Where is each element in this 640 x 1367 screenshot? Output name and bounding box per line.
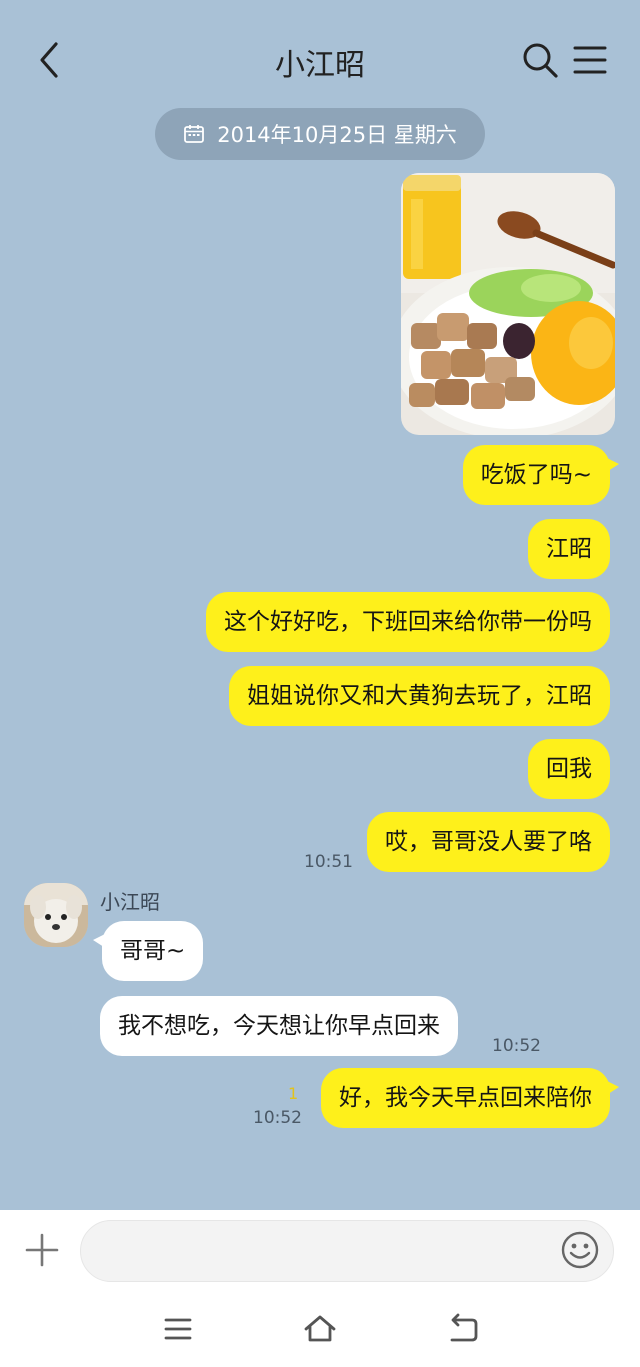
home-button[interactable] [303, 1312, 337, 1346]
date-divider-text: 2014年10月25日 星期六 [217, 123, 457, 147]
recents-icon [164, 1318, 192, 1340]
attach-button[interactable] [22, 1230, 62, 1270]
emoji-button[interactable] [560, 1230, 600, 1270]
food-photo-message[interactable] [401, 173, 615, 435]
search-icon [523, 43, 558, 78]
dog-avatar-image [24, 883, 88, 947]
message-bubble-sent[interactable]: 回我 [528, 739, 610, 799]
recents-button[interactable] [161, 1312, 195, 1346]
chat-header: 小江昭 [0, 0, 640, 110]
date-divider: 2014年10月25日 星期六 [155, 108, 485, 160]
hamburger-menu-icon [573, 46, 607, 74]
message-timestamp: 10:52 [492, 1036, 541, 1056]
avatar[interactable] [24, 883, 88, 947]
menu-button[interactable] [572, 42, 608, 78]
message-input[interactable] [80, 1220, 614, 1282]
calendar-icon [184, 125, 205, 143]
message-bubble-sent[interactable]: 江昭 [528, 519, 610, 579]
message-bubble-received[interactable]: 哥哥~ [92, 921, 204, 981]
message-bubble-sent[interactable]: 好，我今天早点回来陪你 [321, 1068, 619, 1128]
message-timestamp: 10:51 [304, 852, 353, 872]
message-bubble-sent[interactable]: 吃饭了吗~ [462, 445, 620, 505]
emoji-icon [561, 1231, 599, 1269]
unread-count: 1 [288, 1084, 299, 1103]
message-bubble-sent[interactable]: 这个好好吃，下班回来给你带一份吗 [206, 592, 610, 652]
search-button[interactable] [520, 40, 560, 80]
message-bubble-received[interactable]: 我不想吃，今天想让你早点回来 [100, 996, 458, 1056]
message-timestamp: 10:52 [253, 1108, 302, 1128]
food-photo [401, 173, 615, 435]
home-icon [304, 1315, 336, 1342]
sender-name: 小江昭 [100, 890, 160, 914]
message-bubble-sent[interactable]: 哎，哥哥没人要了咯 [367, 812, 610, 872]
back-nav-button[interactable] [446, 1312, 480, 1346]
plus-icon [25, 1233, 59, 1267]
back-arrow-icon [450, 1313, 478, 1342]
message-bubble-sent[interactable]: 姐姐说你又和大黄狗去玩了，江昭 [229, 666, 610, 726]
